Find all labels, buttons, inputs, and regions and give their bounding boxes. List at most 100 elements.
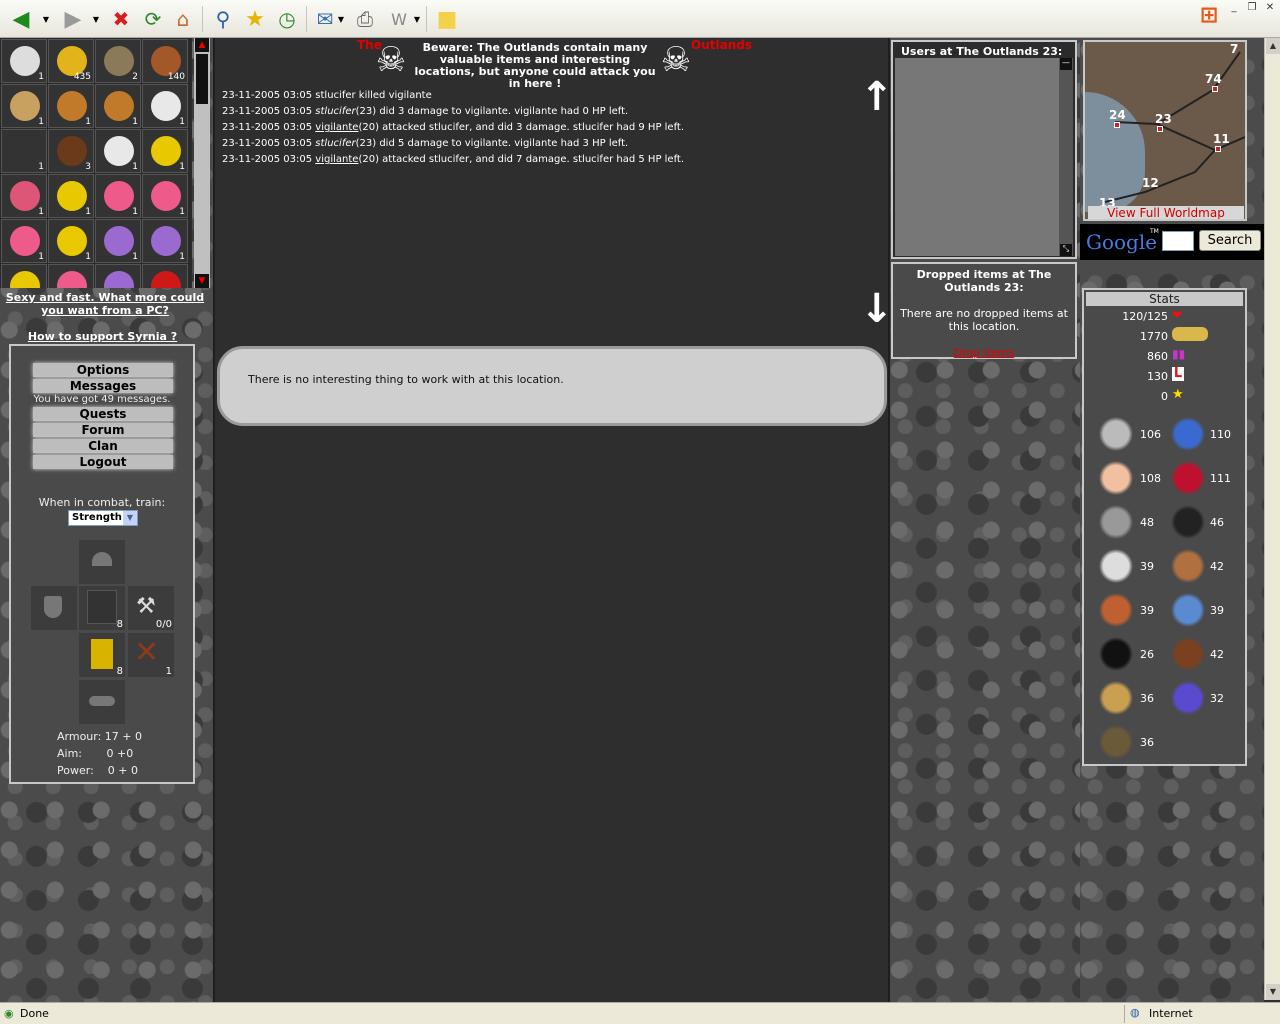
inventory-slot[interactable] (142, 264, 188, 288)
inventory-slot[interactable]: 435 (48, 39, 94, 83)
back-dropdown-icon[interactable]: ▼ (40, 6, 52, 32)
train-select[interactable]: Strength ▼ (68, 510, 138, 526)
users-scrollbar[interactable]: — ⤡ (1059, 58, 1073, 256)
inventory-slot[interactable]: 1 (48, 174, 94, 218)
fishing-rod-icon (1096, 546, 1136, 586)
helmet-icon (92, 552, 112, 566)
inventory-slot[interactable]: 1 (142, 219, 188, 263)
inventory-slot[interactable]: 1 (95, 219, 141, 263)
inventory-slot[interactable]: 140 (142, 39, 188, 83)
quests-button[interactable]: Quests (33, 407, 173, 421)
stop-icon[interactable]: ✖ (108, 6, 134, 32)
inventory-slot[interactable]: 2 (95, 39, 141, 83)
page-scrollbar[interactable]: ▲ ▼ (1264, 38, 1280, 1000)
google-search-input[interactable] (1162, 231, 1194, 251)
weapon-slot[interactable]: ⚒ 0/0 (128, 586, 174, 630)
inventory-slot[interactable]: 1 (95, 84, 141, 128)
inventory-slot[interactable]: 1 (1, 129, 47, 173)
inventory-slot[interactable] (48, 264, 94, 288)
scroll-down-icon[interactable]: ▼ (1266, 984, 1280, 1000)
inventory-slot[interactable]: 1 (1, 39, 47, 83)
options-button[interactable]: Options (33, 363, 173, 377)
train-label: When in combat, train: (38, 496, 166, 509)
inventory-slot[interactable]: 1 (1, 174, 47, 218)
refresh-icon[interactable]: ⟳ (140, 6, 166, 32)
inventory-slot[interactable]: 1 (95, 129, 141, 173)
skill-value: 48 (1140, 516, 1154, 529)
anvil-icon (1168, 502, 1208, 542)
scroll-up-icon[interactable]: ▲ (195, 38, 209, 52)
inventory-slot[interactable]: 1 (142, 174, 188, 218)
edit-icon[interactable]: W (386, 6, 412, 32)
zone-text: Internet (1149, 1007, 1193, 1020)
log-text: (23) did 5 damage to vigilante. vigilant… (355, 138, 629, 149)
map-marker[interactable] (1215, 146, 1221, 152)
scroll-down-icon[interactable]: ▼ (195, 274, 209, 288)
worldmap-link[interactable]: View Full Worldmap (1088, 206, 1244, 219)
mail-icon[interactable]: ✉ (312, 6, 338, 32)
forward-icon[interactable]: ▶ (60, 6, 86, 32)
body-slot[interactable]: 8 (79, 586, 125, 630)
close-icon[interactable]: ✕ (1262, 2, 1278, 15)
arrow-down-icon[interactable]: ↓ (860, 286, 894, 332)
log-line: 23-11-2005 03:05 stlucifer(23) did 3 dam… (222, 104, 684, 120)
right-column: 7 74 24 23 11 12 13 View Full Worldmap G… (1080, 38, 1264, 1002)
white-armour-icon (151, 91, 181, 121)
edit-dropdown-icon[interactable]: ▼ (412, 6, 422, 32)
search-icon[interactable]: ⚲ (210, 6, 236, 32)
inventory-slot[interactable]: 1 (1, 219, 47, 263)
gloves-slot[interactable]: ✕ 1 (128, 633, 174, 677)
scroll-up-icon[interactable]: ▲ (1266, 38, 1280, 54)
inventory-slot[interactable]: 3 (48, 129, 94, 173)
restore-icon[interactable]: ❐ (1244, 2, 1260, 15)
history-icon[interactable]: ◷ (274, 6, 300, 32)
shield-slot[interactable] (31, 586, 77, 630)
inventory-slot[interactable]: 1 (142, 129, 188, 173)
users-list[interactable] (895, 58, 1059, 256)
clan-button[interactable]: Clan (33, 439, 173, 453)
arrow-up-icon[interactable]: ↑ (860, 74, 894, 120)
item-quantity: 1 (179, 207, 185, 217)
inventory-slot[interactable]: 1 (48, 219, 94, 263)
logout-button[interactable]: Logout (33, 455, 173, 469)
map-marker-current[interactable] (1157, 126, 1163, 132)
legs-slot[interactable]: 8 (79, 633, 125, 677)
inventory-slot[interactable] (95, 264, 141, 288)
chevron-down-icon[interactable]: ▼ (123, 511, 137, 525)
log-date: 23-11-2005 03:05 (222, 106, 316, 117)
favorites-icon[interactable]: ★ (242, 6, 268, 32)
minimap[interactable]: 7 74 24 23 11 12 13 View Full Worldmap (1083, 40, 1247, 221)
log-player-link[interactable]: vigilante (315, 122, 358, 133)
item-quantity: 1 (132, 252, 138, 262)
minimize-icon[interactable]: _ (1226, 2, 1242, 15)
support-link[interactable]: How to support Syrnia ? (0, 330, 205, 343)
log-player-link[interactable]: vigilante (315, 154, 358, 165)
forum-button[interactable]: Forum (33, 423, 173, 437)
inventory-slot[interactable]: 1 (1, 84, 47, 128)
inventory-slot[interactable]: 1 (95, 174, 141, 218)
inventory-slot[interactable]: 1 (48, 84, 94, 128)
print-icon[interactable]: ⎙ (352, 6, 378, 32)
log-text: (20) attacked stlucifer, and did 7 damag… (358, 154, 685, 165)
mail-dropdown-icon[interactable]: ▼ (336, 6, 346, 32)
inventory-scrollbar[interactable]: ▲ ▼ (194, 38, 210, 288)
log-text: stlucifer killed vigilante (315, 90, 432, 101)
map-marker[interactable] (1114, 122, 1120, 128)
heart-small-icon: ❤ (1172, 308, 1183, 322)
skill-value: 46 (1210, 516, 1224, 529)
home-icon[interactable]: ⌂ (170, 6, 196, 32)
inventory-slot[interactable]: 1 (142, 84, 188, 128)
back-icon[interactable]: ◀ (8, 6, 34, 32)
map-marker[interactable] (1212, 86, 1218, 92)
google-search-button[interactable]: Search (1199, 230, 1261, 251)
ad-link[interactable]: Sexy and fast. What more could you want … (0, 291, 210, 317)
messages-button[interactable]: Messages (33, 379, 173, 393)
discuss-icon[interactable]: ■ (434, 6, 460, 32)
inventory-slot[interactable] (1, 264, 47, 288)
forward-dropdown-icon[interactable]: ▼ (90, 6, 102, 32)
boots-slot[interactable] (79, 680, 125, 724)
helmet-slot[interactable] (79, 540, 125, 584)
flowers-yellow-icon (151, 136, 181, 166)
log-text: (20) attacked stlucifer, and did 3 damag… (358, 122, 685, 133)
drop-items-link[interactable]: Drop items (893, 333, 1075, 359)
